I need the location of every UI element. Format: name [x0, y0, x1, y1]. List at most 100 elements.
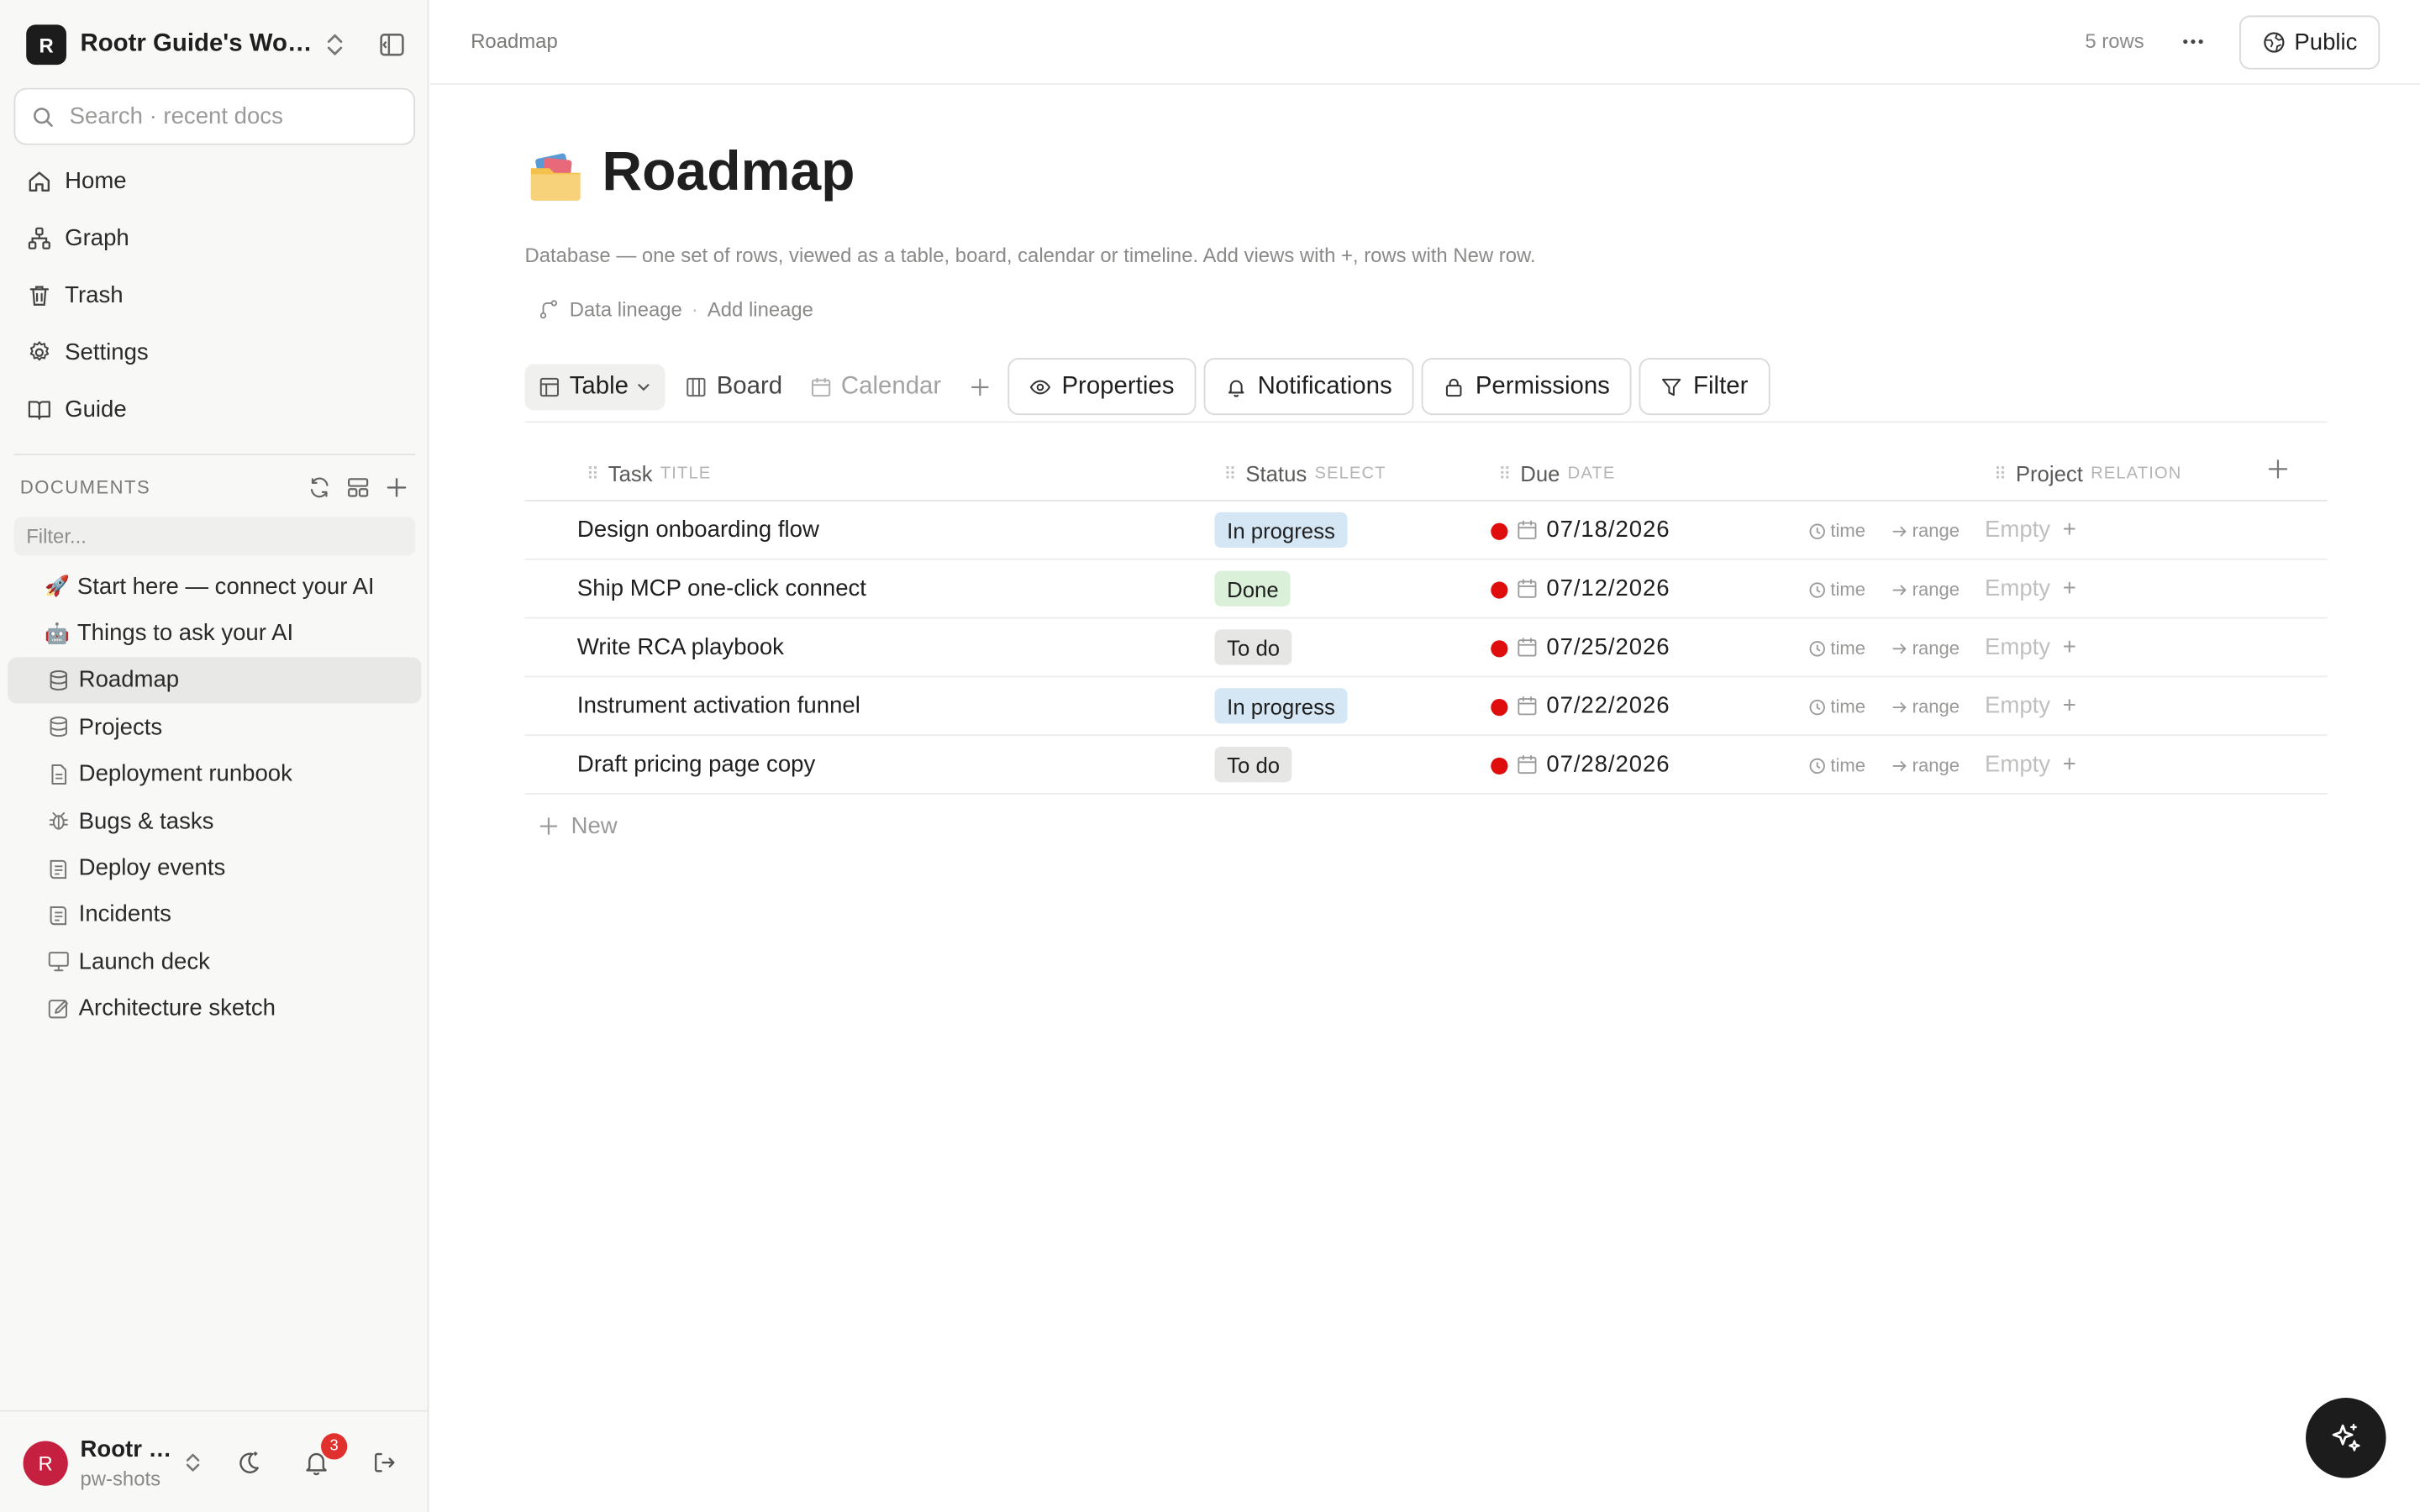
column-header-status[interactable]: ⠿ Status SELECT [1224, 461, 1386, 486]
table-row[interactable]: Ship MCP one-click connect Done 07/12/20… [524, 560, 2328, 619]
data-lineage-link[interactable]: Data lineage [570, 297, 682, 321]
add-time-button[interactable]: time [1809, 696, 1865, 717]
project-cell[interactable]: Empty + [1985, 575, 2076, 601]
add-range-button[interactable]: range [1891, 754, 1960, 776]
tab-board[interactable]: Board [671, 364, 796, 410]
add-time-button[interactable]: time [1809, 520, 1865, 542]
nav-item-home[interactable]: Home [14, 153, 416, 210]
drag-handle-icon[interactable]: ⠿ [587, 464, 599, 484]
due-date[interactable]: 07/12/2026 [1546, 575, 1670, 601]
add-lineage-link[interactable]: Add lineage [708, 297, 813, 321]
nav-label: Trash [65, 282, 124, 309]
refresh-icon[interactable] [308, 475, 332, 500]
table-row[interactable]: Instrument activation funnel In progress… [524, 677, 2328, 737]
add-relation-icon[interactable]: + [2063, 575, 2076, 601]
due-date[interactable]: 07/18/2026 [1546, 517, 1670, 543]
user-name[interactable]: Rootr Guide [81, 1436, 173, 1462]
tree-item-architecture-sketch[interactable]: Architecture sketch [8, 985, 421, 1032]
tree-item-deployment-runbook[interactable]: Deployment runbook [8, 751, 421, 798]
documents-filter[interactable] [13, 517, 416, 556]
column-type: TITLE [660, 464, 712, 483]
table-row[interactable]: Write RCA playbook To do 07/25/2026 time… [524, 619, 2328, 678]
task-cell[interactable]: Ship MCP one-click connect [577, 575, 866, 601]
notifications-button[interactable]: Notifications [1203, 358, 1414, 416]
tab-calendar[interactable]: Calendar [797, 364, 955, 410]
page-title[interactable]: Roadmap [602, 139, 855, 203]
chevron-up-down-icon[interactable] [179, 1449, 207, 1477]
tab-table[interactable]: Table [524, 363, 666, 410]
range-label: range [1912, 696, 1960, 718]
table-row[interactable]: Design onboarding flow In progress 07/18… [524, 501, 2328, 560]
logout-icon[interactable] [371, 1449, 398, 1477]
column-header-project[interactable]: ⠿ Project RELATION [1994, 461, 2181, 486]
new-row-button[interactable]: New [524, 795, 2327, 856]
status-badge[interactable]: In progress [1214, 512, 1348, 549]
template-icon[interactable] [345, 475, 370, 500]
avatar[interactable]: R [23, 1441, 68, 1486]
status-badge[interactable]: Done [1214, 570, 1292, 606]
collapse-sidebar-icon[interactable] [378, 31, 406, 59]
task-cell[interactable]: Write RCA playbook [577, 634, 784, 660]
task-cell[interactable]: Draft pricing page copy [577, 751, 815, 777]
add-range-button[interactable]: range [1891, 638, 1960, 659]
add-relation-icon[interactable]: + [2063, 751, 2076, 777]
due-date[interactable]: 07/28/2026 [1546, 751, 1670, 777]
add-range-button[interactable]: range [1891, 579, 1960, 600]
public-button[interactable]: Public [2239, 15, 2381, 70]
due-date[interactable]: 07/25/2026 [1546, 634, 1670, 660]
add-view-button[interactable] [961, 368, 998, 405]
tree-item-roadmap[interactable]: Roadmap [8, 657, 422, 704]
properties-button[interactable]: Properties [1007, 358, 1197, 416]
tree-item-incidents[interactable]: Incidents [8, 891, 421, 938]
project-cell[interactable]: Empty + [1985, 634, 2076, 660]
add-range-button[interactable]: range [1891, 696, 1960, 717]
theme-toggle-icon[interactable] [234, 1449, 262, 1477]
filter-input[interactable] [26, 524, 397, 549]
calendar-icon [1518, 638, 1537, 657]
add-column-icon[interactable] [2265, 457, 2290, 481]
status-badge[interactable]: To do [1214, 629, 1292, 665]
add-relation-icon[interactable]: + [2063, 517, 2076, 543]
workspace-switcher[interactable]: R Rootr Guide's Workspace [26, 24, 412, 66]
status-badge[interactable]: In progress [1214, 688, 1348, 724]
task-cell[interactable]: Instrument activation funnel [577, 693, 860, 719]
nav-item-graph[interactable]: Graph [14, 210, 416, 267]
tree-item-launch-deck[interactable]: Launch deck [8, 938, 421, 985]
breadcrumb[interactable]: Roadmap [471, 29, 558, 53]
permissions-button[interactable]: Permissions [1421, 358, 1632, 416]
clock-icon [1809, 581, 1825, 597]
tree-item-bugs-tasks[interactable]: Bugs & tasks [8, 797, 421, 844]
add-time-button[interactable]: time [1809, 754, 1865, 776]
project-cell[interactable]: Empty + [1985, 693, 2076, 719]
search-box[interactable] [13, 87, 416, 145]
sidebar: R Rootr Guide's Workspace Home Graph Tra… [0, 0, 429, 1512]
add-range-button[interactable]: range [1891, 520, 1960, 542]
status-badge[interactable]: To do [1214, 746, 1292, 783]
tree-item-projects[interactable]: Projects [8, 704, 421, 751]
nav-item-guide[interactable]: Guide [14, 381, 416, 438]
task-cell[interactable]: Design onboarding flow [577, 517, 819, 543]
project-cell[interactable]: Empty + [1985, 751, 2076, 777]
column-header-task[interactable]: ⠿ Task TITLE [587, 461, 711, 486]
due-date[interactable]: 07/22/2026 [1546, 693, 1670, 719]
drag-handle-icon[interactable]: ⠿ [1994, 464, 2007, 484]
filter-button[interactable]: Filter [1639, 358, 1770, 416]
drag-handle-icon[interactable]: ⠿ [1498, 464, 1511, 484]
add-relation-icon[interactable]: + [2063, 693, 2076, 719]
add-relation-icon[interactable]: + [2063, 634, 2076, 660]
drag-handle-icon[interactable]: ⠿ [1224, 464, 1237, 484]
add-time-button[interactable]: time [1809, 579, 1865, 600]
nav-item-trash[interactable]: Trash [14, 267, 416, 324]
add-document-icon[interactable] [384, 475, 408, 500]
search-input[interactable] [69, 103, 394, 130]
tree-item-deploy-events[interactable]: Deploy events [8, 844, 421, 891]
project-cell[interactable]: Empty + [1985, 517, 2076, 543]
ai-assistant-button[interactable] [2306, 1398, 2386, 1478]
tree-item-things-to-ask[interactable]: 🤖 Things to ask your AI [8, 610, 421, 657]
table-row[interactable]: Draft pricing page copy To do 07/28/2026… [524, 736, 2328, 795]
nav-item-settings[interactable]: Settings [14, 324, 416, 381]
tree-item-start-here[interactable]: 🚀 Start here — connect your AI [8, 563, 421, 610]
add-time-button[interactable]: time [1809, 638, 1865, 659]
column-header-due[interactable]: ⠿ Due DATE [1498, 461, 1615, 486]
more-options-icon[interactable] [2178, 26, 2209, 57]
